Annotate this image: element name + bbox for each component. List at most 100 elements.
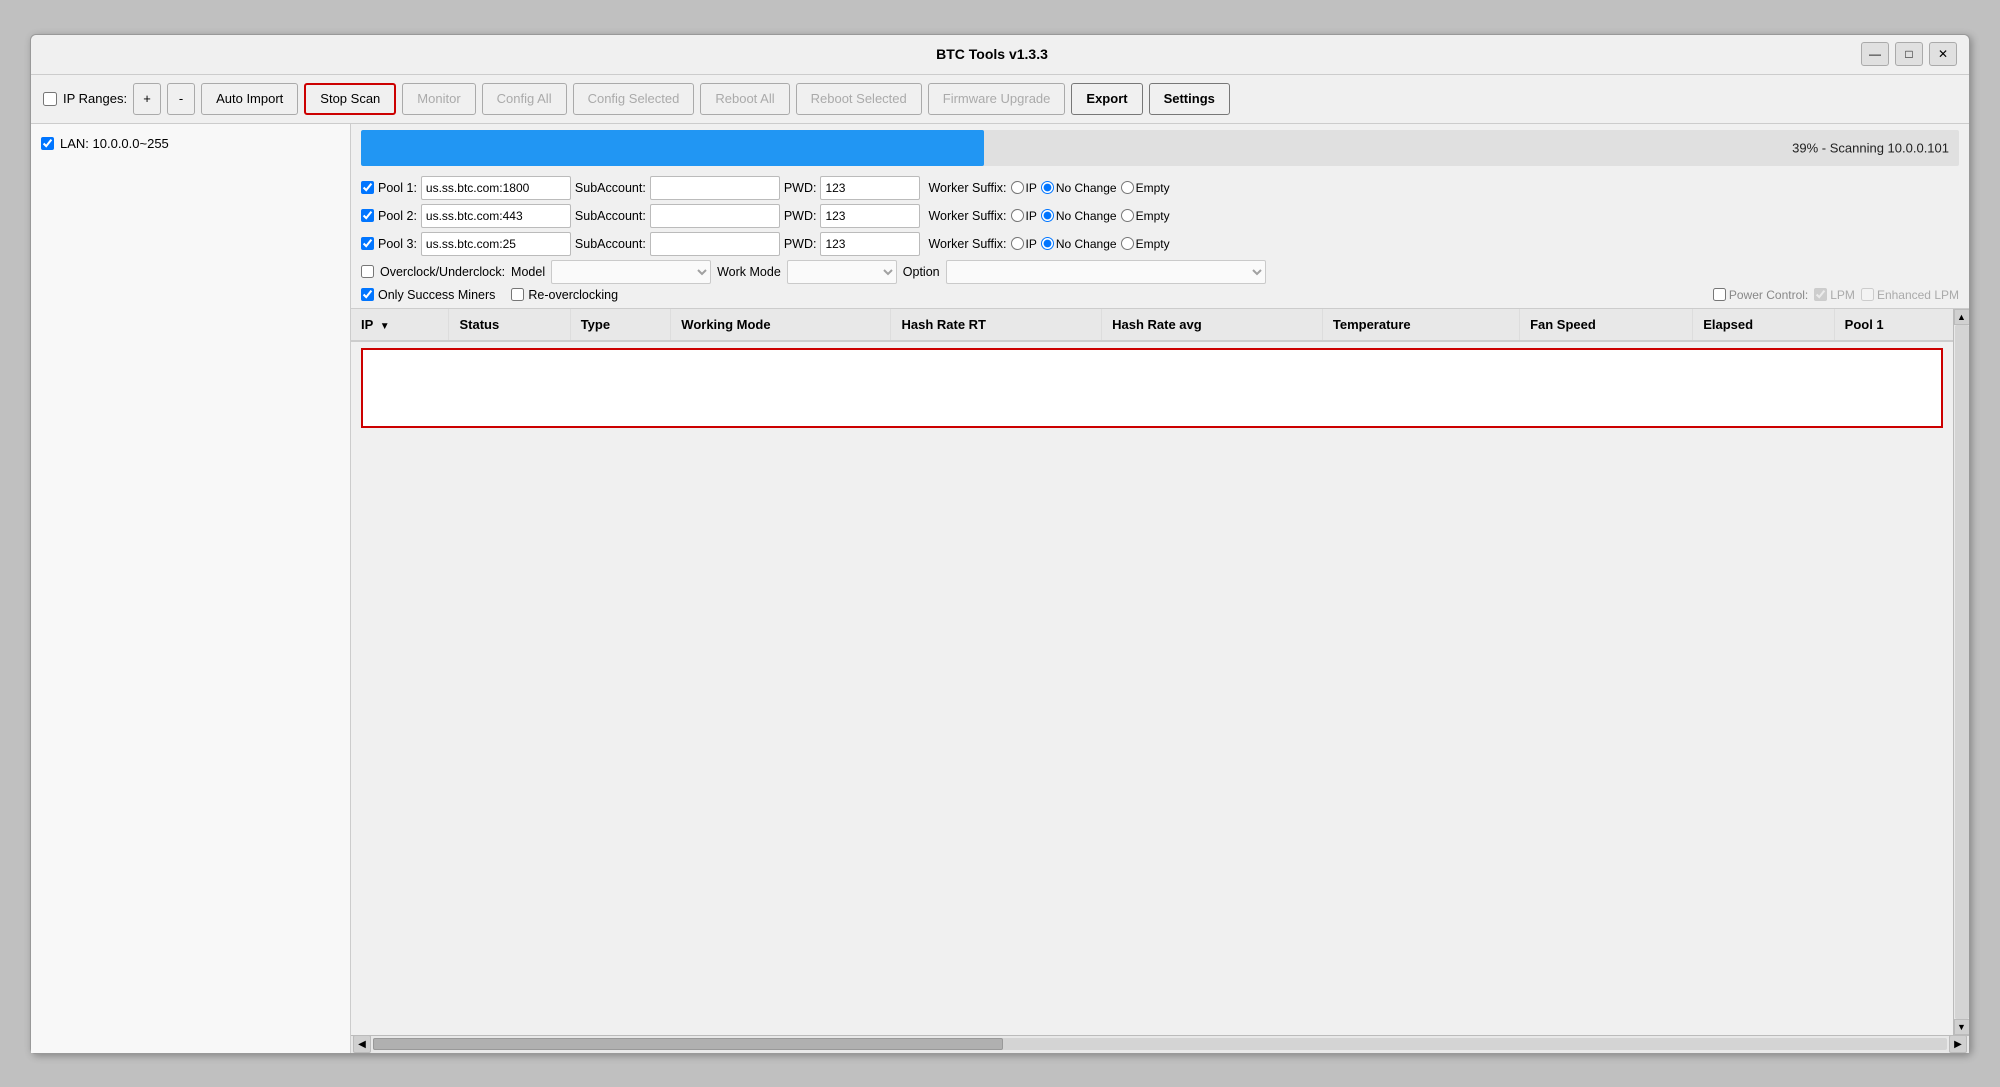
scroll-down-arrow[interactable]: ▼ [1954, 1019, 1970, 1035]
pool1-checkbox[interactable] [361, 181, 374, 194]
pool1-pwd-label: PWD: [784, 181, 817, 195]
col-status: Status [449, 309, 570, 341]
window-title: BTC Tools v1.3.3 [123, 46, 1861, 62]
main-content: LAN: 10.0.0.0~255 39% - Scanning 10.0.0.… [31, 124, 1969, 1053]
maximize-button[interactable]: □ [1895, 42, 1923, 66]
lpm-checkbox[interactable] [1814, 288, 1827, 301]
pool2-ws-empty-label[interactable]: Empty [1121, 209, 1170, 223]
pool3-worker-suffix-label: Worker Suffix: [928, 237, 1006, 251]
settings-button[interactable]: Settings [1149, 83, 1230, 115]
monitor-button[interactable]: Monitor [402, 83, 475, 115]
option-select[interactable] [946, 260, 1266, 284]
pool2-url-input[interactable] [421, 204, 571, 228]
close-button[interactable]: ✕ [1929, 42, 1957, 66]
lan-label: LAN: 10.0.0.0~255 [60, 136, 169, 151]
pool1-url-input[interactable] [421, 176, 571, 200]
reboot-all-button[interactable]: Reboot All [700, 83, 789, 115]
pool3-ws-empty-radio[interactable] [1121, 237, 1134, 250]
re-overclocking-label[interactable]: Re-overclocking [511, 288, 618, 302]
pool2-ws-ip-radio[interactable] [1011, 209, 1024, 222]
pool1-label: Pool 1: [378, 181, 417, 195]
enhanced-lpm-checkbox[interactable] [1861, 288, 1874, 301]
scroll-up-arrow[interactable]: ▲ [1954, 309, 1970, 325]
pool3-subaccount-label: SubAccount: [575, 237, 646, 251]
pool3-url-input[interactable] [421, 232, 571, 256]
stop-scan-button[interactable]: Stop Scan [304, 83, 396, 115]
progress-bar-fill [361, 130, 984, 166]
pool3-subaccount-input[interactable] [650, 232, 780, 256]
pool2-ws-nochange-radio[interactable] [1041, 209, 1054, 222]
overclock-row: Overclock/Underclock: Model Work Mode Op… [361, 260, 1959, 284]
pool3-ws-ip-radio[interactable] [1011, 237, 1024, 250]
sidebar: LAN: 10.0.0.0~255 [31, 124, 351, 1053]
pool3-checkbox[interactable] [361, 237, 374, 250]
scroll-thumb-horizontal[interactable] [373, 1038, 1003, 1050]
pool1-ws-nochange-radio[interactable] [1041, 181, 1054, 194]
config-all-button[interactable]: Config All [482, 83, 567, 115]
sidebar-item-lan[interactable]: LAN: 10.0.0.0~255 [39, 132, 342, 155]
pool1-ws-ip-label[interactable]: IP [1011, 181, 1037, 195]
empty-data-area [361, 348, 1943, 428]
ip-ranges-label: IP Ranges: [63, 91, 127, 106]
pool2-ws-empty-radio[interactable] [1121, 209, 1134, 222]
pool1-ws-ip-radio[interactable] [1011, 181, 1024, 194]
pool3-ws-nochange-label[interactable]: No Change [1041, 237, 1117, 251]
pool1-subaccount-input[interactable] [650, 176, 780, 200]
pool1-ws-empty-label[interactable]: Empty [1121, 181, 1170, 195]
ip-ranges-checkbox[interactable] [43, 92, 57, 106]
right-panel: 39% - Scanning 10.0.0.101 Pool 1: SubAcc… [351, 124, 1969, 1053]
pool2-subaccount-input[interactable] [650, 204, 780, 228]
pool1-ws-nochange-label[interactable]: No Change [1041, 181, 1117, 195]
pool2-checkbox[interactable] [361, 209, 374, 222]
re-overclocking-checkbox[interactable] [511, 288, 524, 301]
pool1-pwd-input[interactable] [820, 176, 920, 200]
progress-bar-text: 39% - Scanning 10.0.0.101 [1792, 140, 1949, 155]
export-button[interactable]: Export [1071, 83, 1142, 115]
pool2-pwd-input[interactable] [820, 204, 920, 228]
scroll-track-vertical[interactable] [1955, 325, 1969, 1019]
pool3-ws-ip-label[interactable]: IP [1011, 237, 1037, 251]
pool3-pwd-input[interactable] [820, 232, 920, 256]
model-select[interactable] [551, 260, 711, 284]
reboot-selected-button[interactable]: Reboot Selected [796, 83, 922, 115]
pool2-worker-suffix: Worker Suffix: IP No Change Empty [928, 209, 1169, 223]
pool1-ws-empty-radio[interactable] [1121, 181, 1134, 194]
pool3-ws-empty-label[interactable]: Empty [1121, 237, 1170, 251]
overclock-checkbox[interactable] [361, 265, 374, 278]
scroll-right-arrow[interactable]: ▶ [1949, 1035, 1967, 1053]
pool2-label: Pool 2: [378, 209, 417, 223]
add-ip-button[interactable]: + [133, 83, 161, 115]
pool1-worker-suffix-label: Worker Suffix: [928, 181, 1006, 195]
remove-ip-button[interactable]: - [167, 83, 195, 115]
pool2-ws-nochange-label[interactable]: No Change [1041, 209, 1117, 223]
pool3-worker-suffix: Worker Suffix: IP No Change Empty [928, 237, 1169, 251]
table-inner: IP ▼ Status Type Working Mode Hash Rate … [351, 309, 1953, 1035]
only-success-checkbox[interactable] [361, 288, 374, 301]
pool2-worker-suffix-label: Worker Suffix: [928, 209, 1006, 223]
pool2-ws-ip-label[interactable]: IP [1011, 209, 1037, 223]
scroll-left-arrow[interactable]: ◀ [353, 1035, 371, 1053]
pool3-ws-nochange-radio[interactable] [1041, 237, 1054, 250]
config-selected-button[interactable]: Config Selected [573, 83, 695, 115]
lan-checkbox[interactable] [41, 137, 54, 150]
table-header: IP ▼ Status Type Working Mode Hash Rate … [351, 309, 1953, 341]
minimize-button[interactable]: — [1861, 42, 1889, 66]
col-ip[interactable]: IP ▼ [351, 309, 449, 341]
horizontal-scrollbar[interactable]: ◀ ▶ [351, 1035, 1969, 1053]
work-mode-select[interactable] [787, 260, 897, 284]
table-scroll-area: IP ▼ Status Type Working Mode Hash Rate … [351, 309, 1969, 1035]
power-control-label[interactable]: Power Control: [1713, 288, 1808, 302]
title-bar: BTC Tools v1.3.3 — □ ✕ [31, 35, 1969, 75]
pool-3-row: Pool 3: SubAccount: PWD: Worker Suffix: … [361, 232, 1959, 256]
overclock-label: Overclock/Underclock: [380, 265, 505, 279]
auto-import-button[interactable]: Auto Import [201, 83, 298, 115]
pool3-pwd-label: PWD: [784, 237, 817, 251]
vertical-scrollbar[interactable]: ▲ ▼ [1953, 309, 1969, 1035]
main-window: BTC Tools v1.3.3 — □ ✕ IP Ranges: + - Au… [30, 34, 1970, 1054]
firmware-upgrade-button[interactable]: Firmware Upgrade [928, 83, 1066, 115]
col-temperature: Temperature [1322, 309, 1519, 341]
power-control-checkbox[interactable] [1713, 288, 1726, 301]
only-success-label[interactable]: Only Success Miners [361, 288, 495, 302]
scroll-track-horizontal[interactable] [373, 1038, 1947, 1050]
col-hash-rate-avg: Hash Rate avg [1102, 309, 1323, 341]
